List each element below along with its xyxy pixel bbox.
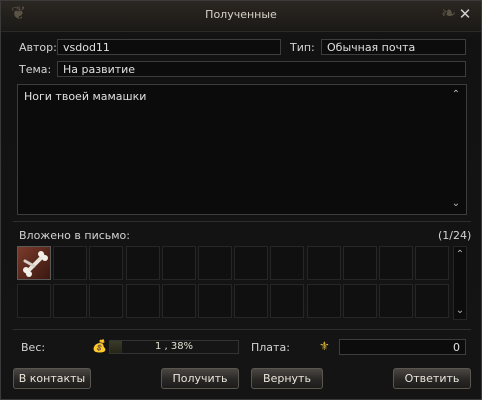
title-bar[interactable]: ❦ ❧ Полученные ✕ (1, 1, 481, 32)
mail-window: ❦ ❧ Полученные ✕ Автор: vsdod11 Тип: Обы… (0, 0, 482, 400)
attachment-slot[interactable] (234, 246, 268, 280)
attachment-slot[interactable] (126, 284, 160, 318)
attachment-slot[interactable] (162, 284, 196, 318)
attachment-slot[interactable] (270, 284, 304, 318)
type-field: Обычная почта (321, 39, 466, 55)
bone-item-icon (23, 251, 48, 277)
attachment-slot[interactable] (307, 284, 341, 318)
attachments-count: (1/24) (438, 229, 472, 242)
scroll-down-icon[interactable]: ⌄ (455, 306, 465, 316)
message-text: Ноги твоей мамашки (24, 90, 147, 103)
attachment-slot[interactable] (307, 246, 341, 280)
reply-button[interactable]: Ответить (393, 368, 471, 389)
attachments-label: Вложено в письмо: (19, 229, 130, 242)
attachment-slot-filled[interactable] (17, 246, 51, 280)
attachment-slot[interactable] (89, 246, 123, 280)
attachment-slot[interactable] (89, 284, 123, 318)
subject-label: Тема: (19, 63, 52, 76)
author-label: Автор: (19, 41, 57, 54)
attachment-slot[interactable] (379, 284, 413, 318)
attachment-slot[interactable] (126, 246, 160, 280)
attachment-slot[interactable] (379, 246, 413, 280)
attachment-slot[interactable] (17, 284, 51, 318)
weight-bag-icon: 💰 (92, 339, 107, 353)
weight-bar: 1 , 38% (109, 340, 239, 354)
attachment-slot[interactable] (198, 284, 232, 318)
scroll-up-icon[interactable]: ⌃ (455, 250, 465, 260)
return-button[interactable]: Вернуть (251, 368, 323, 389)
attachment-slot[interactable] (343, 246, 377, 280)
receive-button[interactable]: Получить (161, 368, 239, 389)
divider (13, 221, 471, 222)
close-icon[interactable]: ✕ (457, 6, 473, 22)
attachment-scrollbar[interactable]: ⌃ ⌄ (453, 246, 467, 320)
attachment-slot[interactable] (415, 246, 449, 280)
attachment-slot[interactable] (53, 246, 87, 280)
scroll-down-icon[interactable]: ⌄ (451, 199, 461, 209)
window-title: Полученные (205, 8, 277, 21)
attachment-slot[interactable] (270, 246, 304, 280)
attachment-slot[interactable] (198, 246, 232, 280)
attachment-slot[interactable] (343, 284, 377, 318)
coins-icon: ⚜ (319, 339, 330, 353)
scroll-up-icon[interactable]: ⌃ (451, 90, 461, 100)
fee-field[interactable]: 0 (339, 339, 466, 355)
divider (13, 329, 471, 330)
subject-field: На развитие (57, 61, 466, 77)
message-body[interactable]: Ноги твоей мамашки ⌃ ⌄ (17, 84, 467, 215)
author-field: vsdod11 (57, 39, 281, 55)
add-to-contacts-button[interactable]: В контакты (13, 368, 91, 389)
weight-value: 1 , 38% (154, 341, 194, 352)
attachment-slot[interactable] (415, 284, 449, 318)
fee-label: Плата: (251, 341, 290, 354)
attachment-slot[interactable] (234, 284, 268, 318)
type-label: Тип: (290, 41, 315, 54)
attachment-slot[interactable] (53, 284, 87, 318)
attachment-grid (17, 246, 451, 320)
attachment-slot[interactable] (162, 246, 196, 280)
weight-label: Вес: (21, 341, 46, 354)
